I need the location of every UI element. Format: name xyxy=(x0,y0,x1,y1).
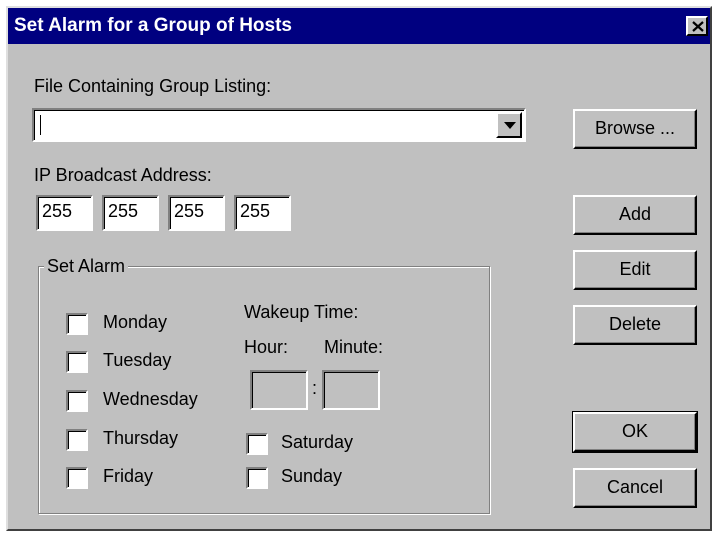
label-friday: Friday xyxy=(103,466,154,486)
wakeup-time-label: Wakeup Time: xyxy=(244,302,359,322)
ip-octet-1[interactable]: 255 xyxy=(36,195,93,231)
window-title: Set Alarm for a Group of Hosts xyxy=(14,15,292,36)
checkbox-wednesday[interactable] xyxy=(66,390,88,412)
cancel-button[interactable]: Cancel xyxy=(573,468,697,508)
file-label: File Containing Group Listing: xyxy=(34,76,272,96)
checkbox-thursday[interactable] xyxy=(66,429,88,451)
file-combobox[interactable] xyxy=(32,108,526,142)
label-monday: Monday xyxy=(103,312,168,332)
checkbox-friday[interactable] xyxy=(66,467,88,489)
browse-button[interactable]: Browse ... xyxy=(573,109,697,149)
checkbox-sunday[interactable] xyxy=(246,467,268,489)
close-icon xyxy=(692,21,704,32)
minute-input[interactable] xyxy=(322,370,380,410)
add-button[interactable]: Add xyxy=(573,195,697,235)
hour-label: Hour: xyxy=(244,337,289,357)
ok-button[interactable]: OK xyxy=(572,411,698,453)
ip-octet-3[interactable]: 255 xyxy=(168,195,225,231)
minute-label: Minute: xyxy=(324,337,384,357)
dropdown-button[interactable] xyxy=(496,112,522,138)
edit-button[interactable]: Edit xyxy=(573,250,697,290)
checkbox-monday[interactable] xyxy=(66,313,88,335)
hour-input[interactable] xyxy=(250,370,308,410)
delete-button[interactable]: Delete xyxy=(573,305,697,345)
title-bar[interactable]: Set Alarm for a Group of Hosts xyxy=(8,8,710,44)
ip-octet-4[interactable]: 255 xyxy=(234,195,291,231)
set-alarm-group-title: Set Alarm xyxy=(44,256,129,277)
dialog-window: Set Alarm for a Group of Hosts File Cont… xyxy=(6,6,712,531)
checkbox-saturday[interactable] xyxy=(246,433,268,455)
label-thursday: Thursday xyxy=(103,428,179,448)
label-tuesday: Tuesday xyxy=(103,350,172,370)
label-wednesday: Wednesday xyxy=(103,389,198,409)
close-button[interactable] xyxy=(686,16,708,36)
ip-octet-2[interactable]: 255 xyxy=(102,195,159,231)
label-sunday: Sunday xyxy=(281,466,343,486)
time-separator: : xyxy=(312,378,318,398)
label-saturday: Saturday xyxy=(281,432,354,452)
ip-label: IP Broadcast Address: xyxy=(34,165,212,185)
checkbox-tuesday[interactable] xyxy=(66,351,88,373)
chevron-down-icon xyxy=(504,122,516,129)
text-cursor xyxy=(40,115,41,135)
